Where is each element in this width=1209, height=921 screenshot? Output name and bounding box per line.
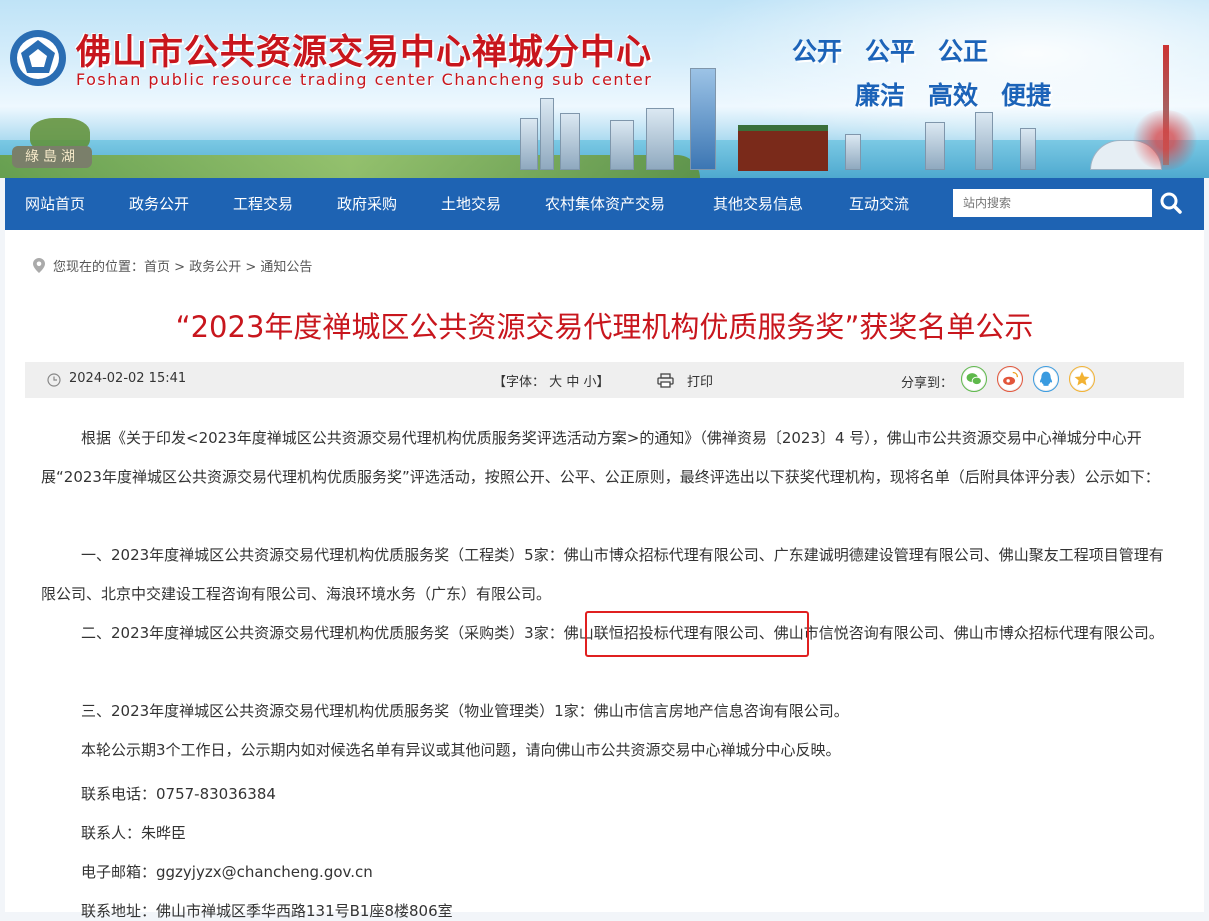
publish-date: 2024-02-02 15:41 (69, 371, 187, 386)
search-icon (1153, 186, 1189, 220)
main-nav: 网站首页 政务公开 工程交易 政府采购 土地交易 农村集体资产交易 其他交易信息… (5, 178, 1204, 230)
nav-item-home[interactable]: 网站首页 (25, 178, 85, 230)
wechat-icon[interactable] (961, 366, 987, 392)
banner-building (975, 112, 993, 170)
slogan-word: 高效 (928, 81, 979, 110)
nav-item-government-affairs[interactable]: 政务公开 (129, 178, 189, 230)
share-label: 分享到： (901, 376, 954, 391)
nav-item-procurement[interactable]: 政府采购 (337, 178, 397, 230)
banner-building (646, 108, 674, 170)
nav-item-interaction[interactable]: 互动交流 (849, 178, 909, 230)
banner-flower-decoration (1130, 110, 1200, 170)
highlight-box (585, 611, 809, 657)
content-panel: 您现在的位置：首页 > 政务公开 > 通知公告 “2023年度禅城区公共资源交易… (5, 230, 1204, 920)
article-paragraph-text: 三、2023年度禅城区公共资源交易代理机构优质服务奖（物业管理类）1家：佛山市信… (81, 702, 849, 720)
banner-grass (0, 155, 700, 178)
article-paragraph-text: 根据《关于印发<2023年度禅城区公共资源交易代理机构优质服务奖评选活动方案>的… (41, 429, 1160, 486)
font-size-controls: 【字体： 大 中 小】 (493, 371, 610, 390)
lake-sign: 綠島湖 (12, 146, 92, 168)
breadcrumb-notices[interactable]: 通知公告 (260, 260, 312, 275)
slogan-word: 便捷 (1001, 81, 1052, 110)
banner-building (1020, 128, 1036, 170)
banner-building (610, 120, 634, 170)
slogan-word: 公开 (792, 37, 843, 66)
nav-item-land[interactable]: 土地交易 (441, 178, 501, 230)
article-paragraph: 本轮公示期3个工作日，公示期内如对候选名单有异议或其他问题，请向佛山市公共资源交… (41, 731, 1171, 770)
weibo-icon[interactable] (997, 366, 1023, 392)
font-size-medium[interactable]: 中 (566, 375, 579, 390)
banner-building (845, 134, 861, 170)
font-size-close: 】 (596, 375, 610, 390)
contact-person: 联系人：朱晔臣 (81, 824, 187, 842)
font-size-large[interactable]: 大 (549, 375, 562, 390)
slogan-word: 公正 (938, 37, 989, 66)
contact-email: 电子邮箱：ggzyjyzx@chancheng.gov.cn (81, 863, 373, 881)
search-input[interactable] (953, 189, 1152, 217)
article-info-bar: 2024-02-02 15:41 【字体： 大 中 小】 打印 分享到： (25, 362, 1184, 398)
site-title: 佛山市公共资源交易中心禅城分中心 (76, 32, 653, 73)
search-button[interactable] (1153, 186, 1189, 220)
article-paragraph: 根据《关于印发<2023年度禅城区公共资源交易代理机构优质服务奖评选活动方案>的… (41, 419, 1171, 497)
breadcrumb-government-affairs[interactable]: 政务公开 (189, 260, 241, 275)
article-paragraph-text: 一、2023年度禅城区公共资源交易代理机构优质服务奖（工程类）5家：佛山市博众招… (41, 546, 1164, 603)
contact-address: 联系地址：佛山市禅城区季华西路131号B1座8楼806室 (81, 902, 453, 920)
article-title: “2023年度禅城区公共资源交易代理机构优质服务奖”获奖名单公示 (175, 310, 1034, 344)
article-paragraph: 三、2023年度禅城区公共资源交易代理机构优质服务奖（物业管理类）1家：佛山市信… (41, 692, 1171, 731)
banner-building (520, 118, 538, 170)
clock-icon (47, 373, 61, 387)
font-size-label: 【字体： (493, 375, 546, 390)
nav-item-engineering[interactable]: 工程交易 (233, 178, 293, 230)
banner-building (540, 98, 554, 170)
article-paragraph-text: 本轮公示期3个工作日，公示期内如对候选名单有异议或其他问题，请向佛山市公共资源交… (81, 741, 841, 759)
location-pin-icon (33, 258, 45, 273)
slogan-word: 公平 (865, 37, 916, 66)
printer-icon[interactable] (657, 373, 674, 388)
breadcrumb-separator: > (241, 260, 261, 275)
breadcrumb-home[interactable]: 首页 (144, 260, 170, 275)
contact-phone: 联系电话：0757-83036384 (81, 785, 276, 803)
site-subtitle-en: Foshan public resource trading center Ch… (76, 70, 653, 89)
nav-item-other-info[interactable]: 其他交易信息 (713, 178, 803, 230)
breadcrumb-prefix: 您现在的位置： (53, 260, 145, 275)
banner-building (925, 122, 945, 170)
breadcrumb: 您现在的位置：首页 > 政务公开 > 通知公告 (33, 256, 312, 275)
nav-item-rural-assets[interactable]: 农村集体资产交易 (545, 178, 665, 230)
font-size-small[interactable]: 小 (583, 375, 596, 390)
qzone-icon[interactable] (1069, 366, 1095, 392)
slogan-word: 廉洁 (855, 81, 906, 110)
article-paragraph: 一、2023年度禅城区公共资源交易代理机构优质服务奖（工程类）5家：佛山市博众招… (41, 536, 1171, 614)
banner-temple (738, 125, 828, 171)
banner-tower (690, 68, 716, 170)
breadcrumb-separator: > (170, 260, 190, 275)
print-link[interactable]: 打印 (687, 371, 713, 390)
site-logo-icon (10, 30, 66, 86)
banner-building (560, 113, 580, 170)
site-banner: 佛山市公共资源交易中心禅城分中心 Foshan public resource … (0, 0, 1209, 178)
qq-icon[interactable] (1033, 366, 1059, 392)
